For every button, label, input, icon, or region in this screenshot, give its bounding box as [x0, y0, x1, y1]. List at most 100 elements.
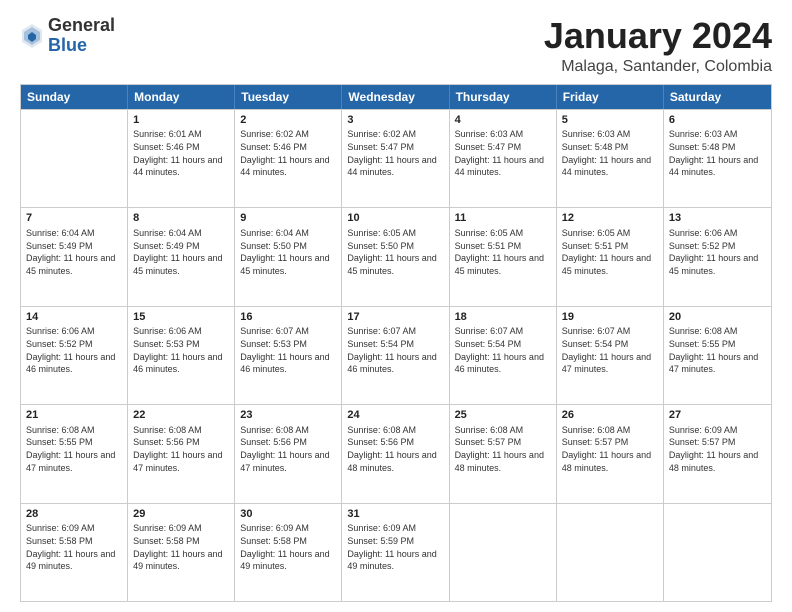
calendar-cell: 4Sunrise: 6:03 AMSunset: 5:47 PMDaylight…: [450, 110, 557, 207]
day-number: 3: [347, 113, 443, 128]
calendar-cell: 5Sunrise: 6:03 AMSunset: 5:48 PMDaylight…: [557, 110, 664, 207]
day-info: Sunrise: 6:04 AMSunset: 5:49 PMDaylight:…: [26, 227, 122, 277]
day-info: Sunrise: 6:09 AMSunset: 5:58 PMDaylight:…: [240, 522, 336, 572]
calendar-cell: 30Sunrise: 6:09 AMSunset: 5:58 PMDayligh…: [235, 504, 342, 601]
calendar-cell: 20Sunrise: 6:08 AMSunset: 5:55 PMDayligh…: [664, 307, 771, 404]
day-info: Sunrise: 6:07 AMSunset: 5:54 PMDaylight:…: [347, 325, 443, 375]
day-info: Sunrise: 6:06 AMSunset: 5:52 PMDaylight:…: [669, 227, 766, 277]
header-day-monday: Monday: [128, 85, 235, 109]
day-info: Sunrise: 6:01 AMSunset: 5:46 PMDaylight:…: [133, 128, 229, 178]
calendar-cell: 22Sunrise: 6:08 AMSunset: 5:56 PMDayligh…: [128, 405, 235, 502]
header-day-thursday: Thursday: [450, 85, 557, 109]
calendar-cell: 23Sunrise: 6:08 AMSunset: 5:56 PMDayligh…: [235, 405, 342, 502]
calendar-cell: 16Sunrise: 6:07 AMSunset: 5:53 PMDayligh…: [235, 307, 342, 404]
calendar-cell: 13Sunrise: 6:06 AMSunset: 5:52 PMDayligh…: [664, 208, 771, 305]
calendar-cell: 19Sunrise: 6:07 AMSunset: 5:54 PMDayligh…: [557, 307, 664, 404]
header-day-sunday: Sunday: [21, 85, 128, 109]
calendar-cell: 31Sunrise: 6:09 AMSunset: 5:59 PMDayligh…: [342, 504, 449, 601]
day-number: 10: [347, 211, 443, 226]
day-number: 8: [133, 211, 229, 226]
calendar-cell: 24Sunrise: 6:08 AMSunset: 5:56 PMDayligh…: [342, 405, 449, 502]
day-number: 9: [240, 211, 336, 226]
day-info: Sunrise: 6:09 AMSunset: 5:58 PMDaylight:…: [133, 522, 229, 572]
logo-general: General: [48, 15, 115, 35]
day-number: 22: [133, 408, 229, 423]
day-info: Sunrise: 6:03 AMSunset: 5:48 PMDaylight:…: [669, 128, 766, 178]
header-day-wednesday: Wednesday: [342, 85, 449, 109]
logo-icon: [20, 22, 44, 50]
page: General Blue January 2024 Malaga, Santan…: [0, 0, 792, 612]
month-title: January 2024: [544, 16, 772, 56]
day-number: 5: [562, 113, 658, 128]
day-info: Sunrise: 6:05 AMSunset: 5:50 PMDaylight:…: [347, 227, 443, 277]
title-block: January 2024 Malaga, Santander, Colombia: [544, 16, 772, 76]
calendar-cell: 26Sunrise: 6:08 AMSunset: 5:57 PMDayligh…: [557, 405, 664, 502]
calendar-header: SundayMondayTuesdayWednesdayThursdayFrid…: [21, 85, 771, 109]
day-number: 26: [562, 408, 658, 423]
day-number: 6: [669, 113, 766, 128]
header-day-friday: Friday: [557, 85, 664, 109]
day-number: 31: [347, 507, 443, 522]
day-number: 4: [455, 113, 551, 128]
subtitle: Malaga, Santander, Colombia: [544, 58, 772, 76]
calendar-row: 7Sunrise: 6:04 AMSunset: 5:49 PMDaylight…: [21, 207, 771, 305]
calendar-cell: 18Sunrise: 6:07 AMSunset: 5:54 PMDayligh…: [450, 307, 557, 404]
calendar-cell: 1Sunrise: 6:01 AMSunset: 5:46 PMDaylight…: [128, 110, 235, 207]
day-number: 19: [562, 310, 658, 325]
day-number: 14: [26, 310, 122, 325]
day-info: Sunrise: 6:08 AMSunset: 5:55 PMDaylight:…: [669, 325, 766, 375]
day-info: Sunrise: 6:07 AMSunset: 5:54 PMDaylight:…: [455, 325, 551, 375]
day-info: Sunrise: 6:07 AMSunset: 5:54 PMDaylight:…: [562, 325, 658, 375]
calendar-row: 14Sunrise: 6:06 AMSunset: 5:52 PMDayligh…: [21, 306, 771, 404]
day-info: Sunrise: 6:04 AMSunset: 5:50 PMDaylight:…: [240, 227, 336, 277]
calendar-cell: 12Sunrise: 6:05 AMSunset: 5:51 PMDayligh…: [557, 208, 664, 305]
day-info: Sunrise: 6:08 AMSunset: 5:56 PMDaylight:…: [133, 424, 229, 474]
day-number: 16: [240, 310, 336, 325]
calendar-cell: 10Sunrise: 6:05 AMSunset: 5:50 PMDayligh…: [342, 208, 449, 305]
header-day-saturday: Saturday: [664, 85, 771, 109]
calendar-cell: 17Sunrise: 6:07 AMSunset: 5:54 PMDayligh…: [342, 307, 449, 404]
calendar-cell: 11Sunrise: 6:05 AMSunset: 5:51 PMDayligh…: [450, 208, 557, 305]
day-number: 18: [455, 310, 551, 325]
calendar-row: 1Sunrise: 6:01 AMSunset: 5:46 PMDaylight…: [21, 109, 771, 207]
day-info: Sunrise: 6:06 AMSunset: 5:52 PMDaylight:…: [26, 325, 122, 375]
calendar: SundayMondayTuesdayWednesdayThursdayFrid…: [20, 84, 772, 602]
day-info: Sunrise: 6:09 AMSunset: 5:57 PMDaylight:…: [669, 424, 766, 474]
day-info: Sunrise: 6:07 AMSunset: 5:53 PMDaylight:…: [240, 325, 336, 375]
calendar-cell: 14Sunrise: 6:06 AMSunset: 5:52 PMDayligh…: [21, 307, 128, 404]
day-number: 7: [26, 211, 122, 226]
calendar-cell: 27Sunrise: 6:09 AMSunset: 5:57 PMDayligh…: [664, 405, 771, 502]
day-number: 28: [26, 507, 122, 522]
day-number: 23: [240, 408, 336, 423]
day-number: 21: [26, 408, 122, 423]
day-number: 2: [240, 113, 336, 128]
day-number: 29: [133, 507, 229, 522]
calendar-cell: [664, 504, 771, 601]
logo-text: General Blue: [48, 16, 115, 56]
day-number: 30: [240, 507, 336, 522]
calendar-cell: 15Sunrise: 6:06 AMSunset: 5:53 PMDayligh…: [128, 307, 235, 404]
header-day-tuesday: Tuesday: [235, 85, 342, 109]
calendar-cell: 9Sunrise: 6:04 AMSunset: 5:50 PMDaylight…: [235, 208, 342, 305]
day-number: 25: [455, 408, 551, 423]
day-info: Sunrise: 6:03 AMSunset: 5:47 PMDaylight:…: [455, 128, 551, 178]
logo: General Blue: [20, 16, 115, 56]
calendar-body: 1Sunrise: 6:01 AMSunset: 5:46 PMDaylight…: [21, 109, 771, 601]
calendar-cell: [21, 110, 128, 207]
day-number: 17: [347, 310, 443, 325]
calendar-cell: [450, 504, 557, 601]
calendar-cell: 29Sunrise: 6:09 AMSunset: 5:58 PMDayligh…: [128, 504, 235, 601]
calendar-cell: 6Sunrise: 6:03 AMSunset: 5:48 PMDaylight…: [664, 110, 771, 207]
day-number: 12: [562, 211, 658, 226]
calendar-row: 21Sunrise: 6:08 AMSunset: 5:55 PMDayligh…: [21, 404, 771, 502]
calendar-cell: 21Sunrise: 6:08 AMSunset: 5:55 PMDayligh…: [21, 405, 128, 502]
calendar-cell: 8Sunrise: 6:04 AMSunset: 5:49 PMDaylight…: [128, 208, 235, 305]
day-info: Sunrise: 6:02 AMSunset: 5:46 PMDaylight:…: [240, 128, 336, 178]
day-info: Sunrise: 6:08 AMSunset: 5:56 PMDaylight:…: [347, 424, 443, 474]
day-info: Sunrise: 6:02 AMSunset: 5:47 PMDaylight:…: [347, 128, 443, 178]
day-info: Sunrise: 6:09 AMSunset: 5:59 PMDaylight:…: [347, 522, 443, 572]
day-info: Sunrise: 6:08 AMSunset: 5:55 PMDaylight:…: [26, 424, 122, 474]
day-info: Sunrise: 6:04 AMSunset: 5:49 PMDaylight:…: [133, 227, 229, 277]
calendar-row: 28 Sunrise: 6:09 AMSunset: 5:58 PMDayligh…: [21, 503, 771, 601]
day-number: 1: [133, 113, 229, 128]
